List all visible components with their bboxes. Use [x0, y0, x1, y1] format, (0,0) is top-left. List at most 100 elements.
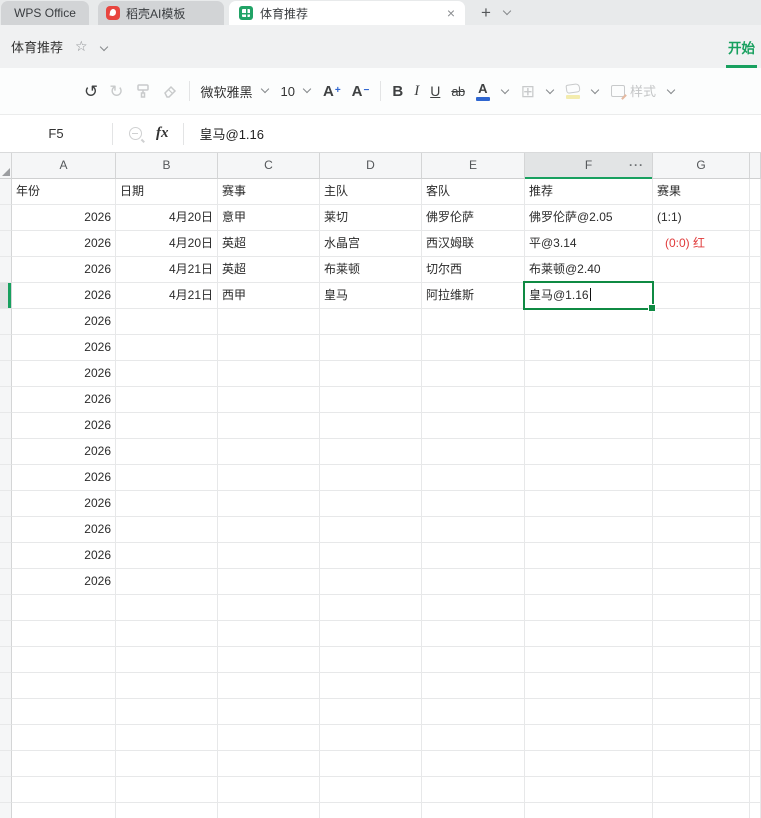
cell[interactable]: [218, 335, 320, 361]
cell[interactable]: [525, 725, 653, 751]
cell[interactable]: [422, 595, 525, 621]
cell[interactable]: [320, 803, 422, 818]
cell[interactable]: [750, 413, 761, 439]
tab-sports-recommend[interactable]: 体育推荐 ×: [229, 1, 465, 25]
cell[interactable]: [422, 465, 525, 491]
cell[interactable]: [525, 595, 653, 621]
row-header[interactable]: [0, 413, 12, 439]
row-header[interactable]: [0, 699, 12, 725]
tab-docer-ai-template[interactable]: 稻壳AI模板: [98, 1, 224, 25]
cell[interactable]: [750, 621, 761, 647]
tab-wps-office[interactable]: WPS Office: [1, 1, 89, 25]
italic-button[interactable]: I: [414, 83, 419, 99]
cell[interactable]: [653, 673, 750, 699]
cell[interactable]: [320, 335, 422, 361]
cell[interactable]: [116, 595, 218, 621]
cell[interactable]: [422, 439, 525, 465]
row-header[interactable]: [0, 361, 12, 387]
cell[interactable]: [422, 647, 525, 673]
decrease-font-button[interactable]: A −: [352, 84, 370, 99]
column-header-D[interactable]: D: [320, 153, 422, 179]
fill-color-chevron-icon[interactable]: [591, 87, 600, 96]
cell[interactable]: [320, 309, 422, 335]
cell[interactable]: [218, 595, 320, 621]
favorite-star-icon[interactable]: ☆: [75, 38, 88, 55]
font-family-select[interactable]: 微软雅黑: [201, 82, 270, 101]
cell[interactable]: [750, 283, 761, 309]
column-options-icon[interactable]: ···: [629, 153, 644, 178]
font-color-button[interactable]: A: [475, 82, 490, 101]
cell[interactable]: 2026: [12, 491, 116, 517]
cell[interactable]: (0:0) 红: [653, 231, 750, 257]
cell[interactable]: [525, 491, 653, 517]
cell[interactable]: [653, 725, 750, 751]
fill-color-button[interactable]: [565, 82, 581, 99]
cell[interactable]: [116, 569, 218, 595]
cell[interactable]: [218, 309, 320, 335]
cell[interactable]: [422, 673, 525, 699]
cell[interactable]: [422, 413, 525, 439]
cell[interactable]: [750, 647, 761, 673]
cell[interactable]: [422, 543, 525, 569]
cell[interactable]: [525, 751, 653, 777]
select-all-corner[interactable]: [0, 153, 12, 179]
cell[interactable]: [116, 465, 218, 491]
row-header[interactable]: [0, 257, 12, 283]
cell[interactable]: [218, 413, 320, 439]
column-header-G[interactable]: G: [653, 153, 750, 179]
cell[interactable]: [12, 751, 116, 777]
cell[interactable]: [218, 439, 320, 465]
cell[interactable]: [320, 621, 422, 647]
cell[interactable]: [525, 621, 653, 647]
borders-chevron-icon[interactable]: [546, 87, 555, 96]
cell[interactable]: [218, 621, 320, 647]
cell[interactable]: [750, 751, 761, 777]
cell[interactable]: [320, 413, 422, 439]
row-header[interactable]: [0, 179, 12, 205]
cell[interactable]: [116, 517, 218, 543]
cell[interactable]: [750, 205, 761, 231]
row-header[interactable]: [0, 673, 12, 699]
cell[interactable]: 年份: [12, 179, 116, 205]
cell[interactable]: [750, 569, 761, 595]
cell[interactable]: [750, 673, 761, 699]
font-size-select[interactable]: 10: [281, 84, 312, 99]
undo-button[interactable]: ↺: [84, 83, 98, 100]
cell[interactable]: [218, 725, 320, 751]
cell[interactable]: [525, 699, 653, 725]
cell[interactable]: 阿拉维斯: [422, 283, 525, 309]
cell[interactable]: [653, 413, 750, 439]
cell[interactable]: [116, 361, 218, 387]
cell[interactable]: [320, 725, 422, 751]
cell[interactable]: 赛果: [653, 179, 750, 205]
cell[interactable]: [218, 777, 320, 803]
row-header[interactable]: [0, 387, 12, 413]
cell[interactable]: 切尔西: [422, 257, 525, 283]
cell[interactable]: [653, 491, 750, 517]
row-header[interactable]: [0, 309, 12, 335]
row-header[interactable]: [0, 517, 12, 543]
cell[interactable]: [653, 621, 750, 647]
cell[interactable]: [653, 543, 750, 569]
cell[interactable]: (1:1): [653, 205, 750, 231]
tab-list-chevron-icon[interactable]: [503, 8, 512, 17]
cell[interactable]: [525, 517, 653, 543]
row-header[interactable]: [0, 465, 12, 491]
cell[interactable]: 4月21日: [116, 283, 218, 309]
cell[interactable]: 4月20日: [116, 205, 218, 231]
column-header-A[interactable]: A: [12, 153, 116, 179]
cell[interactable]: [653, 257, 750, 283]
row-header[interactable]: [0, 725, 12, 751]
cell[interactable]: [218, 543, 320, 569]
cell[interactable]: [116, 777, 218, 803]
cell[interactable]: [750, 543, 761, 569]
cell[interactable]: [218, 569, 320, 595]
cell[interactable]: 2026: [12, 439, 116, 465]
font-color-chevron-icon[interactable]: [501, 87, 510, 96]
cell[interactable]: [422, 777, 525, 803]
cell[interactable]: 赛事: [218, 179, 320, 205]
cell[interactable]: [750, 491, 761, 517]
underline-button[interactable]: U: [430, 84, 440, 98]
cell[interactable]: [422, 387, 525, 413]
cell[interactable]: [653, 465, 750, 491]
